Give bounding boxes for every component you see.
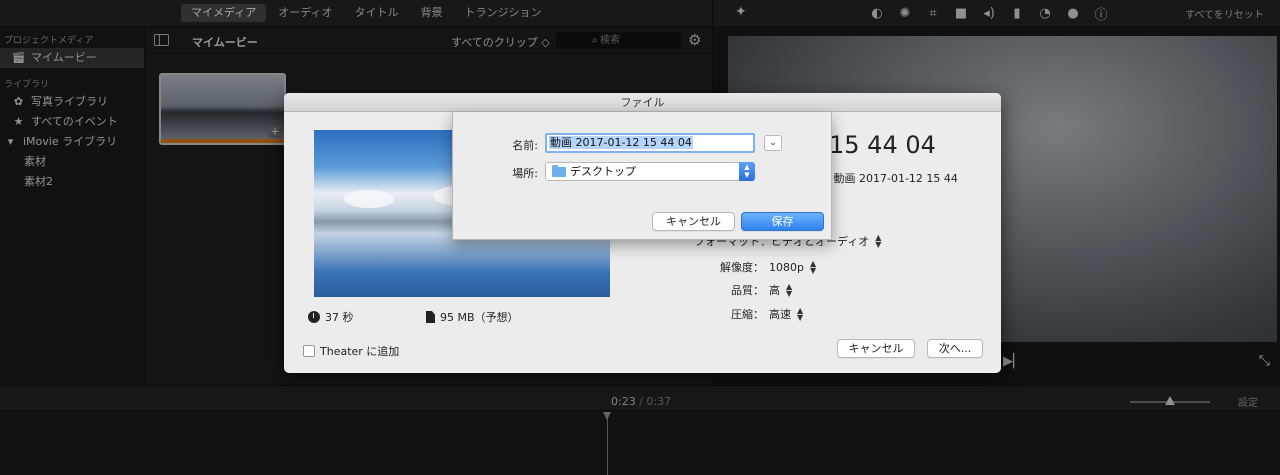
resolution-row: 解像度： 1080p ▲ ▼ (699, 259, 816, 275)
clock-icon (308, 311, 320, 323)
file-name-value: 動画 2017-01-12 15 44 04 (549, 136, 693, 149)
updown-arrows-icon: ▲ ▼ (797, 306, 804, 322)
duration-info: 37 秒 (308, 309, 354, 325)
updown-arrows-icon: ▲ ▼ (875, 233, 882, 249)
file-name-field[interactable]: 動画 2017-01-12 15 44 04 (545, 133, 755, 153)
movie-title: 15 44 04 (829, 131, 936, 159)
updown-arrows-icon: ▲ ▼ (739, 162, 755, 181)
next-button[interactable]: 次へ... (927, 339, 983, 358)
theater-label: Theater に追加 (320, 345, 400, 358)
size-value: 95 MB（予想） (440, 311, 519, 324)
resolution-select[interactable]: 1080p (769, 261, 804, 274)
save-sheet: 名前: 動画 2017-01-12 15 44 04 ⌄ 場所: デスクトップ … (452, 112, 832, 240)
dialog-title: ファイル (284, 93, 1001, 112)
share-cancel-button[interactable]: キャンセル (837, 339, 915, 358)
location-select[interactable]: デスクトップ ▲ ▼ (545, 162, 755, 181)
save-button[interactable]: 保存 (741, 212, 824, 231)
quality-row: 品質： 高 ▲ ▼ (699, 282, 792, 298)
chevron-down-icon[interactable]: ⌄ (764, 135, 782, 151)
sheet-cancel-button[interactable]: キャンセル (652, 212, 735, 231)
quality-select[interactable]: 高 (769, 282, 780, 298)
theater-checkbox[interactable] (303, 345, 315, 357)
compress-label: 圧縮： (731, 308, 764, 321)
location-value: デスクトップ (570, 165, 636, 178)
updown-arrows-icon: ▲ ▼ (809, 259, 817, 275)
updown-arrows-icon: ▲ ▼ (786, 282, 793, 298)
duration-value: 37 秒 (325, 311, 354, 324)
resolution-label: 解像度： (720, 261, 764, 274)
movie-description: は 動画 2017-01-12 15 44 (819, 172, 958, 185)
size-info: 95 MB（予想） (426, 309, 519, 325)
location-label: 場所: (512, 167, 538, 180)
compress-select[interactable]: 高速 (769, 306, 791, 322)
file-icon (426, 311, 435, 323)
quality-label: 品質： (731, 284, 764, 297)
compress-row: 圧縮： 高速 ▲ ▼ (699, 306, 803, 322)
theater-checkbox-row[interactable]: Theater に追加 (303, 343, 399, 359)
folder-icon (552, 165, 566, 177)
name-label: 名前: (512, 139, 538, 152)
